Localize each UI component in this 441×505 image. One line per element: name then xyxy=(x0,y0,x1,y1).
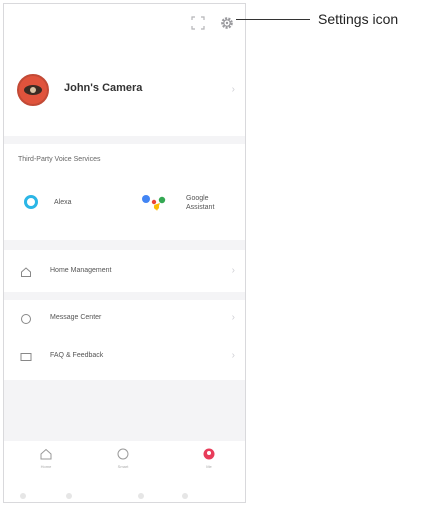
message-center-label: Message Center xyxy=(50,314,102,321)
tab-smart[interactable]: Smart xyxy=(103,447,143,469)
nav-button[interactable] xyxy=(66,493,72,499)
nav-button[interactable] xyxy=(20,493,26,499)
voice-services-card: Third-Party Voice Services Alexa Google … xyxy=(4,144,245,240)
avatar xyxy=(17,74,49,106)
callout-line xyxy=(236,19,310,20)
message-icon xyxy=(20,312,32,324)
home-management-row[interactable]: Home Management › xyxy=(4,250,245,292)
google-assistant-label[interactable]: Google Assistant xyxy=(186,194,236,212)
tab-me[interactable]: Me xyxy=(189,447,229,469)
tab-me-label: Me xyxy=(206,464,212,469)
alexa-icon[interactable] xyxy=(24,195,38,209)
scan-icon[interactable] xyxy=(190,15,206,31)
faq-feedback-label: FAQ & Feedback xyxy=(50,352,104,359)
profile-name: John's Camera xyxy=(64,82,143,94)
profile-card[interactable]: John's Camera › xyxy=(4,44,245,136)
top-bar xyxy=(4,4,245,44)
menu-card: Message Center › FAQ & Feedback › xyxy=(4,300,245,380)
callout-label: Settings icon xyxy=(318,11,399,27)
tab-smart-label: Smart xyxy=(117,464,129,469)
feedback-icon xyxy=(20,350,32,362)
bottom-tab-bar: Home Smart Me xyxy=(4,441,245,489)
tab-home[interactable]: Home xyxy=(26,447,66,469)
house-icon xyxy=(20,265,32,277)
home-icon xyxy=(40,448,52,460)
chevron-right-icon: › xyxy=(231,312,235,323)
google-assistant-icon[interactable] xyxy=(141,192,169,214)
chevron-right-icon: › xyxy=(231,84,235,95)
me-icon xyxy=(203,448,215,460)
nav-button[interactable] xyxy=(138,493,144,499)
app-screen: John's Camera › Third-Party Voice Servic… xyxy=(3,3,246,503)
chevron-right-icon: › xyxy=(231,350,235,361)
home-management-label: Home Management xyxy=(50,267,112,274)
nav-button[interactable] xyxy=(182,493,188,499)
tab-home-label: Home xyxy=(40,464,52,469)
chevron-right-icon: › xyxy=(231,265,235,276)
voice-services-title: Third-Party Voice Services xyxy=(18,156,101,163)
system-nav-bar xyxy=(4,489,245,502)
smart-icon xyxy=(117,448,129,460)
settings-icon[interactable] xyxy=(219,15,235,31)
alexa-label[interactable]: Alexa xyxy=(54,199,72,206)
